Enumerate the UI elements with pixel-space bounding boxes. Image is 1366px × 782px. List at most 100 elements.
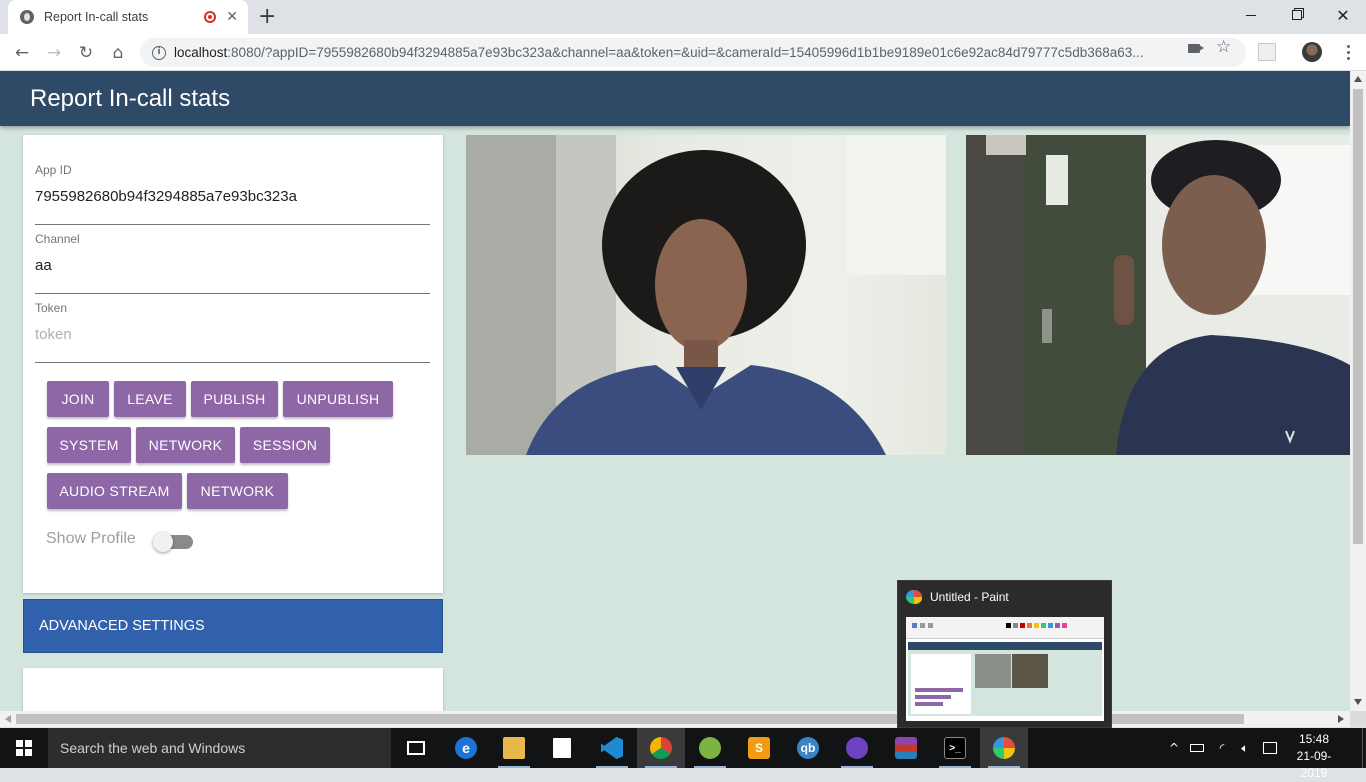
network-button[interactable]: NETWORK <box>136 427 235 463</box>
show-profile-toggle[interactable] <box>153 532 193 552</box>
app-id-input[interactable] <box>35 188 425 205</box>
taskbar-clock[interactable]: 15:48 21-09-2019 <box>1286 731 1342 782</box>
paint-icon[interactable] <box>980 728 1028 768</box>
audio-stream-button[interactable]: AUDIO STREAM <box>47 473 182 509</box>
profile-avatar[interactable] <box>1302 42 1322 62</box>
store-icon[interactable] <box>538 728 586 768</box>
browser-menu-icon[interactable] <box>1338 42 1358 62</box>
preview-buttons-row-2 <box>915 695 951 699</box>
settings-card: App ID Channel Token JOIN LEAVE PUBLISH … <box>23 135 443 593</box>
task-view-icon[interactable] <box>392 728 440 768</box>
site-info-icon[interactable]: i <box>152 45 166 60</box>
scroll-up-icon[interactable] <box>1354 76 1362 82</box>
remote-video-frame <box>966 135 1350 455</box>
page-title: Report In-call stats <box>30 85 231 112</box>
camera-in-use-icon[interactable] <box>1188 44 1204 53</box>
preview-buttons-row-3 <box>915 702 943 706</box>
tab-title: Report In-call stats <box>44 10 149 24</box>
preview-ribbon <box>906 617 1104 639</box>
globe-icon <box>20 10 34 24</box>
preview-header <box>908 642 1102 650</box>
advanced-settings-panel[interactable]: ADVANACED SETTINGS <box>23 599 443 653</box>
url-host: localhost <box>174 45 228 60</box>
browser-tab[interactable]: Report In-call stats ✕ <box>8 0 248 34</box>
bookmark-star-icon[interactable]: ☆ <box>1216 37 1231 57</box>
tab-close-icon[interactable]: ✕ <box>226 9 238 25</box>
horizontal-scrollbar[interactable] <box>0 711 1350 727</box>
preview-remote-video <box>1012 654 1048 688</box>
vertical-scrollbar[interactable] <box>1350 71 1366 711</box>
browser-tab-strip: Report In-call stats ✕ + ✕ <box>0 0 1366 34</box>
remote-video-stream <box>966 135 1350 455</box>
sublime-icon[interactable]: S <box>735 728 783 768</box>
app-id-label: App ID <box>35 163 72 177</box>
paint-icon <box>906 590 922 604</box>
edge-icon[interactable]: e <box>442 728 490 768</box>
forward-button[interactable]: → <box>41 40 67 66</box>
join-button[interactable]: JOIN <box>47 381 109 417</box>
clock-date: 21-09-2019 <box>1296 749 1332 780</box>
toggle-knob <box>153 532 173 552</box>
android-studio-icon[interactable] <box>686 728 734 768</box>
unpublish-button[interactable]: UNPUBLISH <box>283 381 393 417</box>
url-text[interactable]: localhost:8080/?appID=7955982680b94f3294… <box>174 45 1174 60</box>
windows-taskbar: Search the web and Windows e S qb >_ ^ ◜… <box>0 728 1366 780</box>
back-button[interactable]: ← <box>9 40 35 66</box>
battery-icon[interactable] <box>1186 728 1208 768</box>
local-video-stream <box>466 135 946 455</box>
qbittorrent-icon[interactable]: qb <box>784 728 832 768</box>
terminal-icon[interactable]: >_ <box>931 728 979 768</box>
winrar-icon[interactable] <box>882 728 930 768</box>
home-button[interactable]: ⌂ <box>105 40 131 66</box>
volume-icon[interactable]: 🔈︎ <box>1234 728 1256 768</box>
extension-icon[interactable] <box>1258 43 1276 61</box>
token-input[interactable] <box>35 326 425 343</box>
url-path: :8080/?appID=7955982680b94f3294885a7e93b… <box>227 45 1144 60</box>
taskbar-search-box[interactable]: Search the web and Windows <box>48 728 391 768</box>
windows-start-icon[interactable] <box>16 740 32 756</box>
system-button[interactable]: SYSTEM <box>47 427 131 463</box>
preview-card <box>911 654 971 714</box>
channel-label: Channel <box>35 232 80 246</box>
preview-local-video <box>975 654 1011 688</box>
action-center-icon[interactable] <box>1258 728 1282 768</box>
restore-icon <box>1292 10 1302 20</box>
browser-toolbar: ← → ↻ ⌂ i localhost:8080/?appID=79559826… <box>0 34 1366 71</box>
minimize-button[interactable] <box>1228 0 1274 30</box>
network-stream-button[interactable]: NETWORK <box>187 473 288 509</box>
scroll-right-icon[interactable] <box>1338 715 1344 723</box>
paint-window-thumbnail[interactable]: Untitled - Paint <box>897 580 1112 728</box>
reload-button[interactable]: ↻ <box>73 40 99 66</box>
github-desktop-icon[interactable] <box>833 728 881 768</box>
file-explorer-icon[interactable] <box>490 728 538 768</box>
chrome-icon[interactable] <box>637 728 685 768</box>
vertical-scroll-thumb[interactable] <box>1353 89 1363 544</box>
wifi-icon[interactable]: ◜ <box>1210 728 1234 768</box>
thumbnail-preview[interactable] <box>906 617 1104 721</box>
channel-input[interactable] <box>35 257 425 274</box>
session-button[interactable]: SESSION <box>240 427 330 463</box>
scroll-left-icon[interactable] <box>5 715 11 723</box>
app-id-field: App ID <box>35 163 430 225</box>
show-desktop-button[interactable] <box>1362 728 1366 768</box>
publish-button[interactable]: PUBLISH <box>191 381 278 417</box>
secondary-card <box>23 668 443 711</box>
token-label: Token <box>35 301 68 315</box>
leave-button[interactable]: LEAVE <box>114 381 186 417</box>
new-tab-button[interactable]: + <box>258 4 276 30</box>
app-header: Report In-call stats <box>0 71 1350 126</box>
thumbnail-title: Untitled - Paint <box>930 590 1009 604</box>
local-video-frame <box>466 135 946 455</box>
show-hidden-icons-icon[interactable]: ^ <box>1164 728 1184 768</box>
address-bar[interactable]: i localhost:8080/?appID=7955982680b94f32… <box>140 38 1246 67</box>
page-viewport: Report In-call stats App ID Channel Toke… <box>0 71 1350 711</box>
token-field: Token <box>35 301 430 363</box>
show-profile-label: Show Profile <box>46 530 136 547</box>
scroll-down-icon[interactable] <box>1354 699 1362 705</box>
minimize-icon <box>1246 14 1256 16</box>
close-window-button[interactable]: ✕ <box>1320 0 1366 30</box>
clock-time: 15:48 <box>1298 732 1330 746</box>
vscode-icon[interactable] <box>588 728 636 768</box>
recording-indicator-icon <box>204 11 217 23</box>
restore-button[interactable] <box>1274 0 1320 30</box>
